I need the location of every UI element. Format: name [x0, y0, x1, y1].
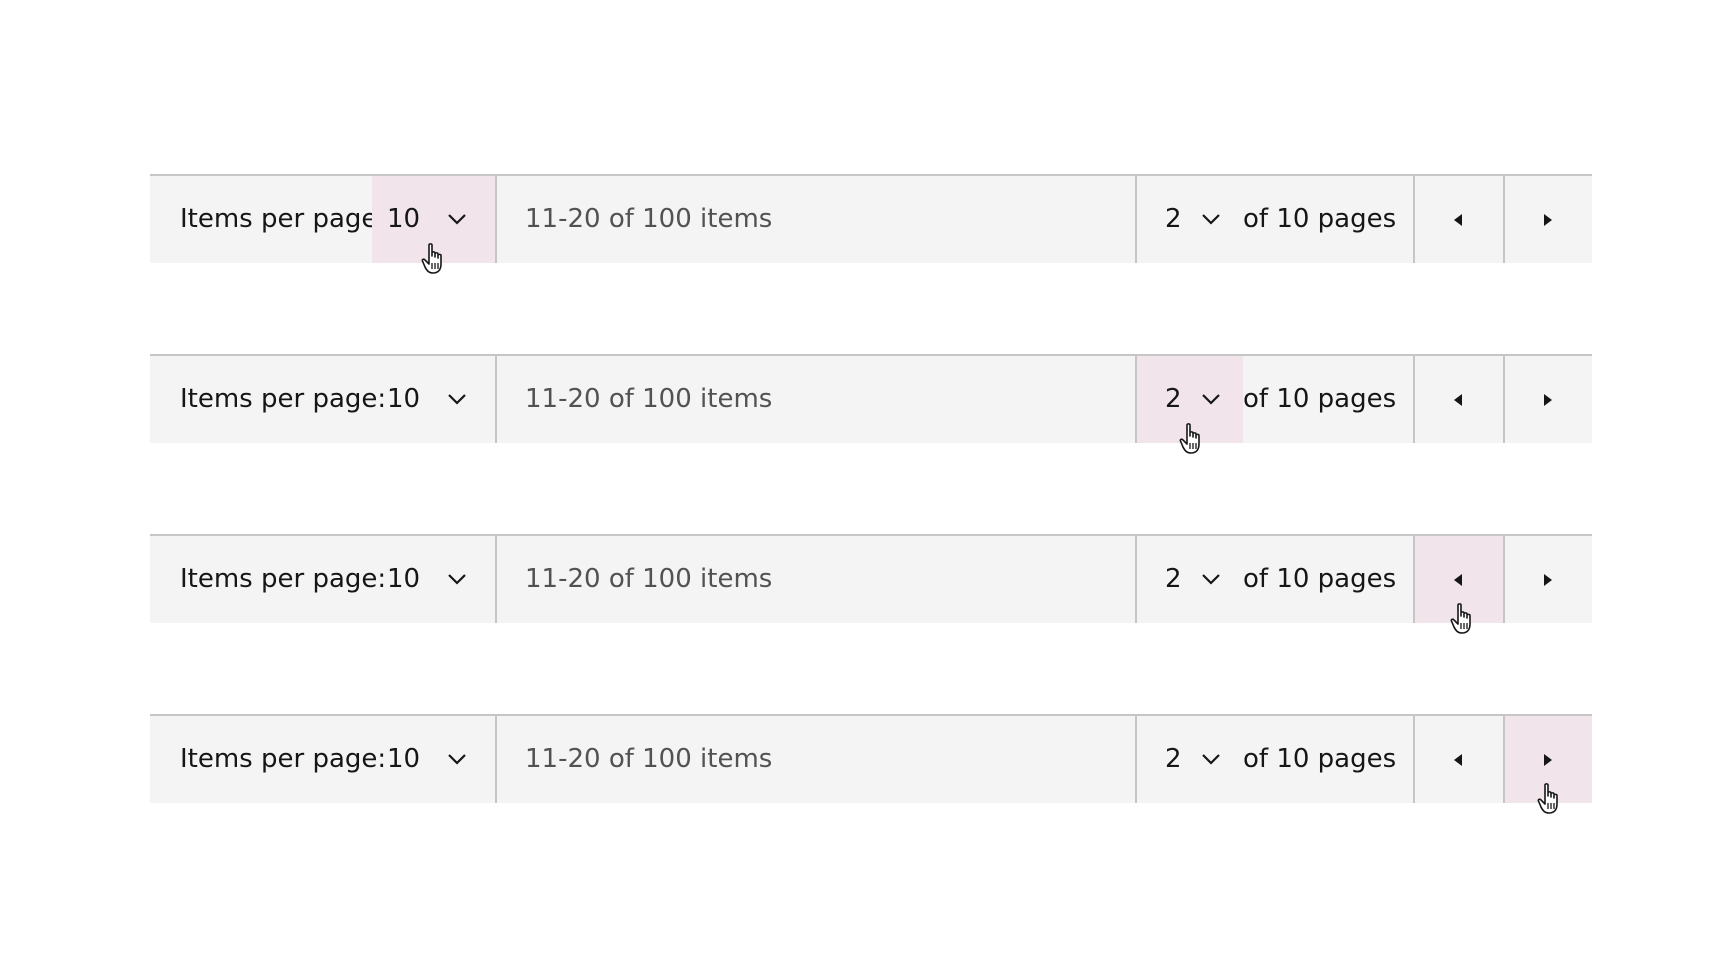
- item-range-text: 11-20 of 100 items: [525, 744, 773, 774]
- items-per-page-select[interactable]: 10: [372, 356, 495, 443]
- hand-pointer-cursor-icon: [1450, 603, 1471, 634]
- chevron-down-icon: [448, 574, 466, 585]
- previous-page-button[interactable]: [1413, 176, 1503, 263]
- page-select[interactable]: 2: [1137, 536, 1243, 623]
- item-range-section: 11-20 of 100 items: [495, 176, 1135, 263]
- next-page-button[interactable]: [1503, 176, 1592, 263]
- items-per-page-value: 10: [387, 384, 421, 414]
- caret-right-icon: [1544, 214, 1552, 226]
- of-pages-text: of 10 pages: [1243, 744, 1397, 774]
- page-section: 2 of 10 pages: [1135, 716, 1413, 803]
- caret-left-icon: [1454, 214, 1462, 226]
- hand-pointer-cursor-icon: [1537, 783, 1558, 814]
- item-range-text: 11-20 of 100 items: [525, 564, 773, 594]
- chevron-down-icon: [448, 394, 466, 405]
- items-per-page-label: Items per page:: [180, 204, 387, 234]
- page-section: 2 of 10 pages: [1135, 536, 1413, 623]
- caret-left-icon: [1454, 574, 1462, 586]
- hand-pointer-cursor-icon: [421, 243, 442, 274]
- item-range-text: 11-20 of 100 items: [525, 384, 773, 414]
- items-per-page-section: Items per page: 10: [150, 716, 495, 803]
- caret-left-icon: [1454, 754, 1462, 766]
- of-pages-text: of 10 pages: [1243, 564, 1397, 594]
- pagination-bar: Items per page: 10 11-20 of 100 items 2 …: [150, 714, 1592, 803]
- chevron-down-icon: [1202, 394, 1220, 405]
- items-per-page-value: 10: [387, 204, 421, 234]
- items-per-page-label: Items per page:: [180, 384, 387, 414]
- page-select[interactable]: 2: [1137, 176, 1243, 263]
- item-range-section: 11-20 of 100 items: [495, 716, 1135, 803]
- items-per-page-section: Items per page: 10: [150, 356, 495, 443]
- chevron-down-icon: [448, 754, 466, 765]
- caret-right-icon: [1544, 574, 1552, 586]
- of-pages-text: of 10 pages: [1243, 384, 1397, 414]
- previous-page-button[interactable]: [1413, 716, 1503, 803]
- hand-pointer-cursor-icon: [1179, 423, 1200, 454]
- chevron-down-icon: [1202, 574, 1220, 585]
- page-section: 2 of 10 pages: [1135, 356, 1413, 443]
- pagination-bar: Items per page: 10 11-20 of 100 items 2 …: [150, 174, 1592, 263]
- chevron-down-icon: [1202, 754, 1220, 765]
- pagination-bar: Items per page: 10 11-20 of 100 items 2 …: [150, 534, 1592, 623]
- items-per-page-value: 10: [387, 564, 421, 594]
- item-range-section: 11-20 of 100 items: [495, 356, 1135, 443]
- items-per-page-select[interactable]: 10: [372, 716, 495, 803]
- of-pages-text: of 10 pages: [1243, 204, 1397, 234]
- items-per-page-label: Items per page:: [180, 744, 387, 774]
- next-page-button[interactable]: [1503, 356, 1592, 443]
- items-per-page-label: Items per page:: [180, 564, 387, 594]
- caret-left-icon: [1454, 394, 1462, 406]
- previous-page-button[interactable]: [1413, 356, 1503, 443]
- items-per-page-value: 10: [387, 744, 421, 774]
- item-range-section: 11-20 of 100 items: [495, 536, 1135, 623]
- page-select[interactable]: 2: [1137, 716, 1243, 803]
- items-per-page-section: Items per page: 10: [150, 536, 495, 623]
- caret-right-icon: [1544, 754, 1552, 766]
- page-value: 2: [1165, 744, 1182, 774]
- item-range-text: 11-20 of 100 items: [525, 204, 773, 234]
- items-per-page-select[interactable]: 10: [372, 536, 495, 623]
- chevron-down-icon: [448, 214, 466, 225]
- caret-right-icon: [1544, 394, 1552, 406]
- page-value: 2: [1165, 564, 1182, 594]
- page-value: 2: [1165, 204, 1182, 234]
- page-section: 2 of 10 pages: [1135, 176, 1413, 263]
- chevron-down-icon: [1202, 214, 1220, 225]
- next-page-button[interactable]: [1503, 536, 1592, 623]
- pagination-bar: Items per page: 10 11-20 of 100 items 2 …: [150, 354, 1592, 443]
